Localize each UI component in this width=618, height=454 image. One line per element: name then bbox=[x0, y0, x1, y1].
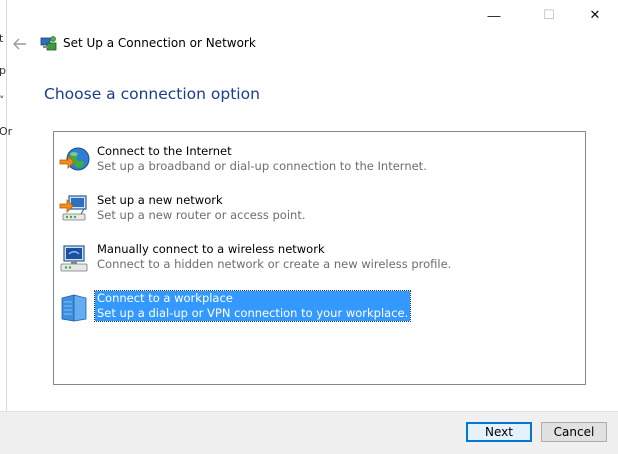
background-text-fragment: Or bbox=[0, 125, 13, 138]
option-description: Set up a dial-up or VPN connection to yo… bbox=[97, 306, 409, 320]
network-setup-icon bbox=[40, 35, 58, 53]
minimize-button[interactable]: — bbox=[471, 3, 517, 27]
dialog-footer: Next Cancel bbox=[0, 411, 618, 454]
option-text: Set up a new network Set up a new router… bbox=[95, 193, 308, 223]
option-text: Connect to the Internet Set up a broadba… bbox=[95, 144, 429, 174]
workplace-building-icon bbox=[59, 292, 91, 324]
option-connect-workplace[interactable]: Connect to a workplace Set up a dial-up … bbox=[59, 290, 459, 325]
option-new-network[interactable]: Set up a new network Set up a new router… bbox=[59, 193, 459, 227]
option-description: Connect to a hidden network or create a … bbox=[97, 257, 452, 271]
option-title: Connect to the Internet bbox=[97, 144, 232, 158]
background-text-fragment: ˅ bbox=[0, 94, 5, 107]
background-window-edge: t p ˅ Or bbox=[0, 0, 12, 453]
connection-options-list: Connect to the Internet Set up a broadba… bbox=[53, 131, 586, 385]
next-button[interactable]: Next bbox=[466, 422, 532, 442]
window-title: Set Up a Connection or Network bbox=[63, 36, 256, 50]
option-description: Set up a broadband or dial-up connection… bbox=[97, 159, 427, 173]
option-manual-wireless[interactable]: Manually connect to a wireless network C… bbox=[59, 242, 459, 276]
back-arrow-icon[interactable] bbox=[11, 35, 29, 53]
option-text: Manually connect to a wireless network C… bbox=[95, 242, 453, 272]
background-text-fragment: p bbox=[0, 64, 6, 77]
cancel-button[interactable]: Cancel bbox=[541, 422, 607, 442]
option-title: Manually connect to a wireless network bbox=[97, 242, 325, 256]
wireless-computer-icon bbox=[59, 243, 91, 275]
page-heading: Choose a connection option bbox=[44, 85, 260, 103]
option-description: Set up a new router or access point. bbox=[97, 208, 306, 222]
option-connect-internet[interactable]: Connect to the Internet Set up a broadba… bbox=[59, 144, 459, 178]
option-title: Connect to a workplace bbox=[97, 291, 233, 305]
router-icon bbox=[59, 194, 91, 226]
background-text-fragment: t bbox=[0, 32, 4, 45]
option-title: Set up a new network bbox=[97, 193, 223, 207]
maximize-button[interactable]: ☐ bbox=[526, 3, 572, 27]
globe-icon bbox=[59, 145, 91, 177]
close-button[interactable]: ✕ bbox=[572, 3, 618, 27]
option-text: Connect to a workplace Set up a dial-up … bbox=[93, 290, 412, 322]
